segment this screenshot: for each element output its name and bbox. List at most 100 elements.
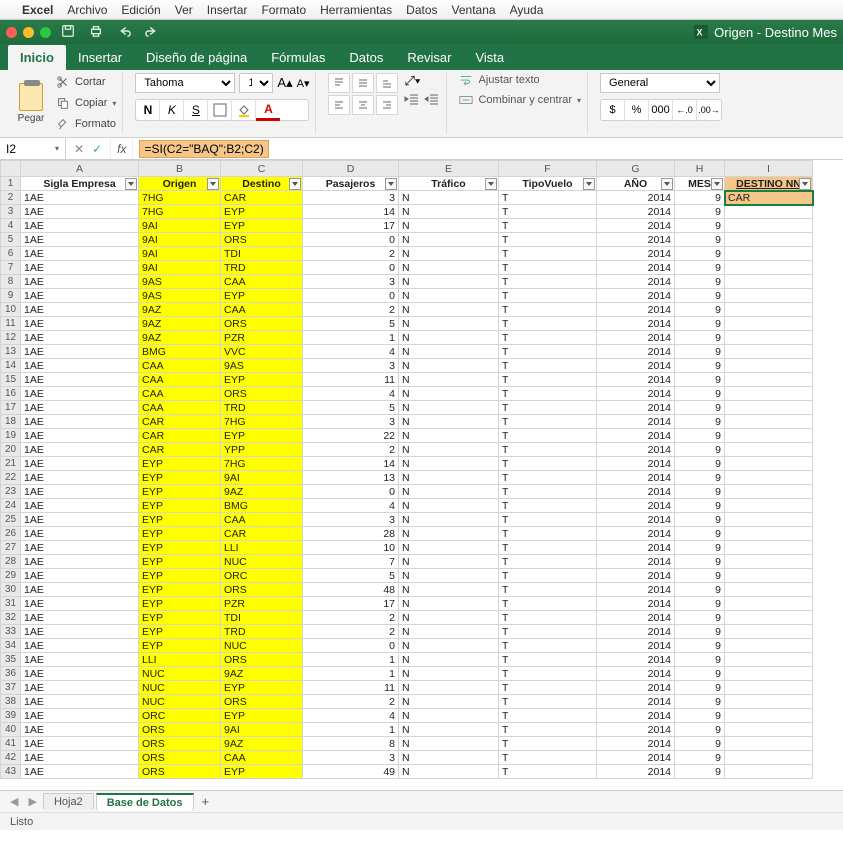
cell[interactable]: 1AE — [21, 415, 139, 429]
cell[interactable]: 2014 — [597, 345, 675, 359]
filter-icon[interactable] — [711, 178, 723, 190]
filter-icon[interactable] — [289, 178, 301, 190]
cell[interactable]: 9AS — [139, 275, 221, 289]
cell[interactable]: 9 — [675, 205, 725, 219]
select-all-corner[interactable] — [1, 161, 21, 177]
cell[interactable]: 1AE — [21, 303, 139, 317]
col-header-C[interactable]: C — [221, 161, 303, 177]
cell[interactable]: N — [399, 653, 499, 667]
cell[interactable]: N — [399, 709, 499, 723]
cell[interactable]: N — [399, 471, 499, 485]
cell[interactable]: 9 — [675, 485, 725, 499]
cell[interactable]: 9AI — [139, 219, 221, 233]
cell[interactable]: TRD — [221, 261, 303, 275]
underline-button[interactable]: S — [184, 99, 208, 121]
cell[interactable]: 1AE — [21, 527, 139, 541]
row-header[interactable]: 24 — [1, 499, 21, 513]
cell[interactable]: 2 — [303, 611, 399, 625]
cell[interactable]: 11 — [303, 373, 399, 387]
cell[interactable]: T — [499, 219, 597, 233]
merge-center-button[interactable]: Combinar y centrar▾ — [459, 93, 581, 107]
cell[interactable]: 2014 — [597, 429, 675, 443]
cell[interactable]: 9 — [675, 233, 725, 247]
cell[interactable] — [725, 359, 813, 373]
cell[interactable] — [725, 331, 813, 345]
cell[interactable]: CAR — [139, 415, 221, 429]
cell[interactable]: 1AE — [21, 373, 139, 387]
cell[interactable]: T — [499, 429, 597, 443]
cell[interactable]: N — [399, 485, 499, 499]
cell[interactable]: N — [399, 233, 499, 247]
row-header[interactable]: 15 — [1, 373, 21, 387]
increase-font-icon[interactable]: A▴ — [277, 75, 292, 91]
cell[interactable]: 1AE — [21, 359, 139, 373]
tab-insertar[interactable]: Insertar — [66, 45, 134, 70]
cell[interactable]: 2014 — [597, 191, 675, 205]
cell[interactable]: CAR — [221, 527, 303, 541]
cell[interactable]: T — [499, 737, 597, 751]
cell[interactable]: 8 — [303, 737, 399, 751]
align-bottom[interactable] — [376, 73, 398, 93]
cell[interactable]: 17 — [303, 219, 399, 233]
cell[interactable]: VVC — [221, 345, 303, 359]
cell[interactable]: 3 — [303, 751, 399, 765]
tab-inicio[interactable]: Inicio — [8, 45, 66, 70]
cell[interactable]: 11 — [303, 681, 399, 695]
cell[interactable]: 1AE — [21, 233, 139, 247]
paste-button[interactable]: Pegar — [12, 73, 50, 134]
cell[interactable] — [725, 499, 813, 513]
sheet-tab-hoja2[interactable]: Hoja2 — [43, 793, 94, 810]
cell[interactable]: N — [399, 275, 499, 289]
row-header[interactable]: 16 — [1, 387, 21, 401]
header-origen[interactable]: Origen — [139, 177, 221, 191]
cell[interactable]: 2014 — [597, 723, 675, 737]
cell[interactable]: NUC — [139, 695, 221, 709]
tab-formulas[interactable]: Fórmulas — [259, 45, 337, 70]
cell[interactable]: 0 — [303, 639, 399, 653]
cell[interactable]: 9 — [675, 401, 725, 415]
align-left[interactable] — [328, 95, 350, 115]
copy-button[interactable]: Copiar▾ — [56, 94, 116, 112]
fx-label[interactable]: fx — [111, 138, 133, 159]
cell[interactable]: 28 — [303, 527, 399, 541]
cell[interactable]: T — [499, 681, 597, 695]
sheet-nav-prev-icon[interactable]: ◀ — [6, 795, 22, 808]
cell[interactable]: N — [399, 401, 499, 415]
header-trafico[interactable]: Tráfico — [399, 177, 499, 191]
cell[interactable]: 2 — [303, 695, 399, 709]
cell[interactable]: EYP — [139, 527, 221, 541]
cell[interactable]: 9AI — [139, 233, 221, 247]
cell[interactable]: 9 — [675, 317, 725, 331]
menu-formato[interactable]: Formato — [261, 3, 306, 17]
cell[interactable]: 9 — [675, 247, 725, 261]
col-header-F[interactable]: F — [499, 161, 597, 177]
cell[interactable]: 9AS — [221, 359, 303, 373]
decrease-indent-button[interactable] — [404, 93, 420, 110]
cell[interactable]: 49 — [303, 765, 399, 779]
cell[interactable]: 1AE — [21, 499, 139, 513]
row-header[interactable]: 37 — [1, 681, 21, 695]
cell[interactable]: 9AI — [139, 261, 221, 275]
cell[interactable] — [725, 695, 813, 709]
cell[interactable] — [725, 723, 813, 737]
row-header[interactable]: 20 — [1, 443, 21, 457]
cell[interactable]: EYP — [221, 765, 303, 779]
cell[interactable] — [725, 345, 813, 359]
save-icon[interactable] — [61, 24, 75, 41]
row-header[interactable]: 12 — [1, 331, 21, 345]
cell[interactable]: 2014 — [597, 695, 675, 709]
cell[interactable]: 9 — [675, 541, 725, 555]
cell[interactable] — [725, 681, 813, 695]
header-tipovuelo[interactable]: TipoVuelo — [499, 177, 597, 191]
cell[interactable]: T — [499, 443, 597, 457]
cell[interactable]: 1AE — [21, 261, 139, 275]
cell[interactable]: T — [499, 597, 597, 611]
cell[interactable]: EYP — [139, 471, 221, 485]
cell[interactable]: LLI — [139, 653, 221, 667]
cell[interactable]: N — [399, 667, 499, 681]
cell[interactable]: T — [499, 695, 597, 709]
cell[interactable]: N — [399, 387, 499, 401]
cell[interactable]: CAA — [139, 401, 221, 415]
menu-datos[interactable]: Datos — [406, 3, 437, 17]
font-color-button[interactable]: A — [256, 99, 280, 121]
